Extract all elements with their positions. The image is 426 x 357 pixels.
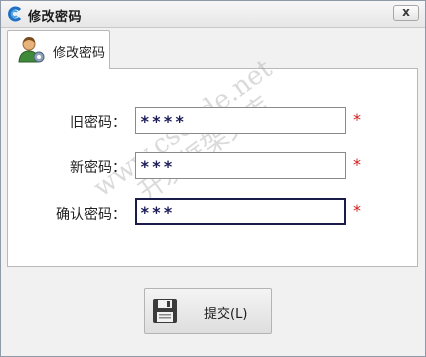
close-button[interactable]: x xyxy=(393,5,419,21)
app-logo-icon xyxy=(7,6,23,22)
new-password-field[interactable]: *** xyxy=(135,152,346,179)
window-title: 修改密码 xyxy=(28,10,83,25)
confirm-password-required-mark: * xyxy=(353,201,361,220)
tab-change-password[interactable]: 修改密码 xyxy=(7,30,110,69)
confirm-password-field[interactable]: *** xyxy=(135,198,346,225)
change-password-window: 修改密码 x 修改密码 www.cscode.net 开发框架文库 旧密码： *… xyxy=(0,0,426,357)
confirm-password-label: 确认密码： xyxy=(56,207,126,223)
save-icon xyxy=(152,298,178,324)
old-password-field[interactable]: **** xyxy=(135,107,346,134)
form-panel: www.cscode.net 开发框架文库 旧密码： **** * 新密码： *… xyxy=(7,54,418,267)
new-password-label: 新密码： xyxy=(70,160,126,176)
user-settings-icon xyxy=(18,35,46,65)
title-bar: 修改密码 x xyxy=(1,1,425,28)
submit-button[interactable]: 提交(L) xyxy=(144,288,272,334)
new-password-required-mark: * xyxy=(353,155,361,174)
tab-label: 修改密码 xyxy=(53,46,106,61)
old-password-label: 旧密码： xyxy=(70,115,126,131)
close-icon: x xyxy=(402,5,410,19)
old-password-required-mark: * xyxy=(353,110,361,129)
submit-button-label: 提交(L) xyxy=(204,307,248,322)
